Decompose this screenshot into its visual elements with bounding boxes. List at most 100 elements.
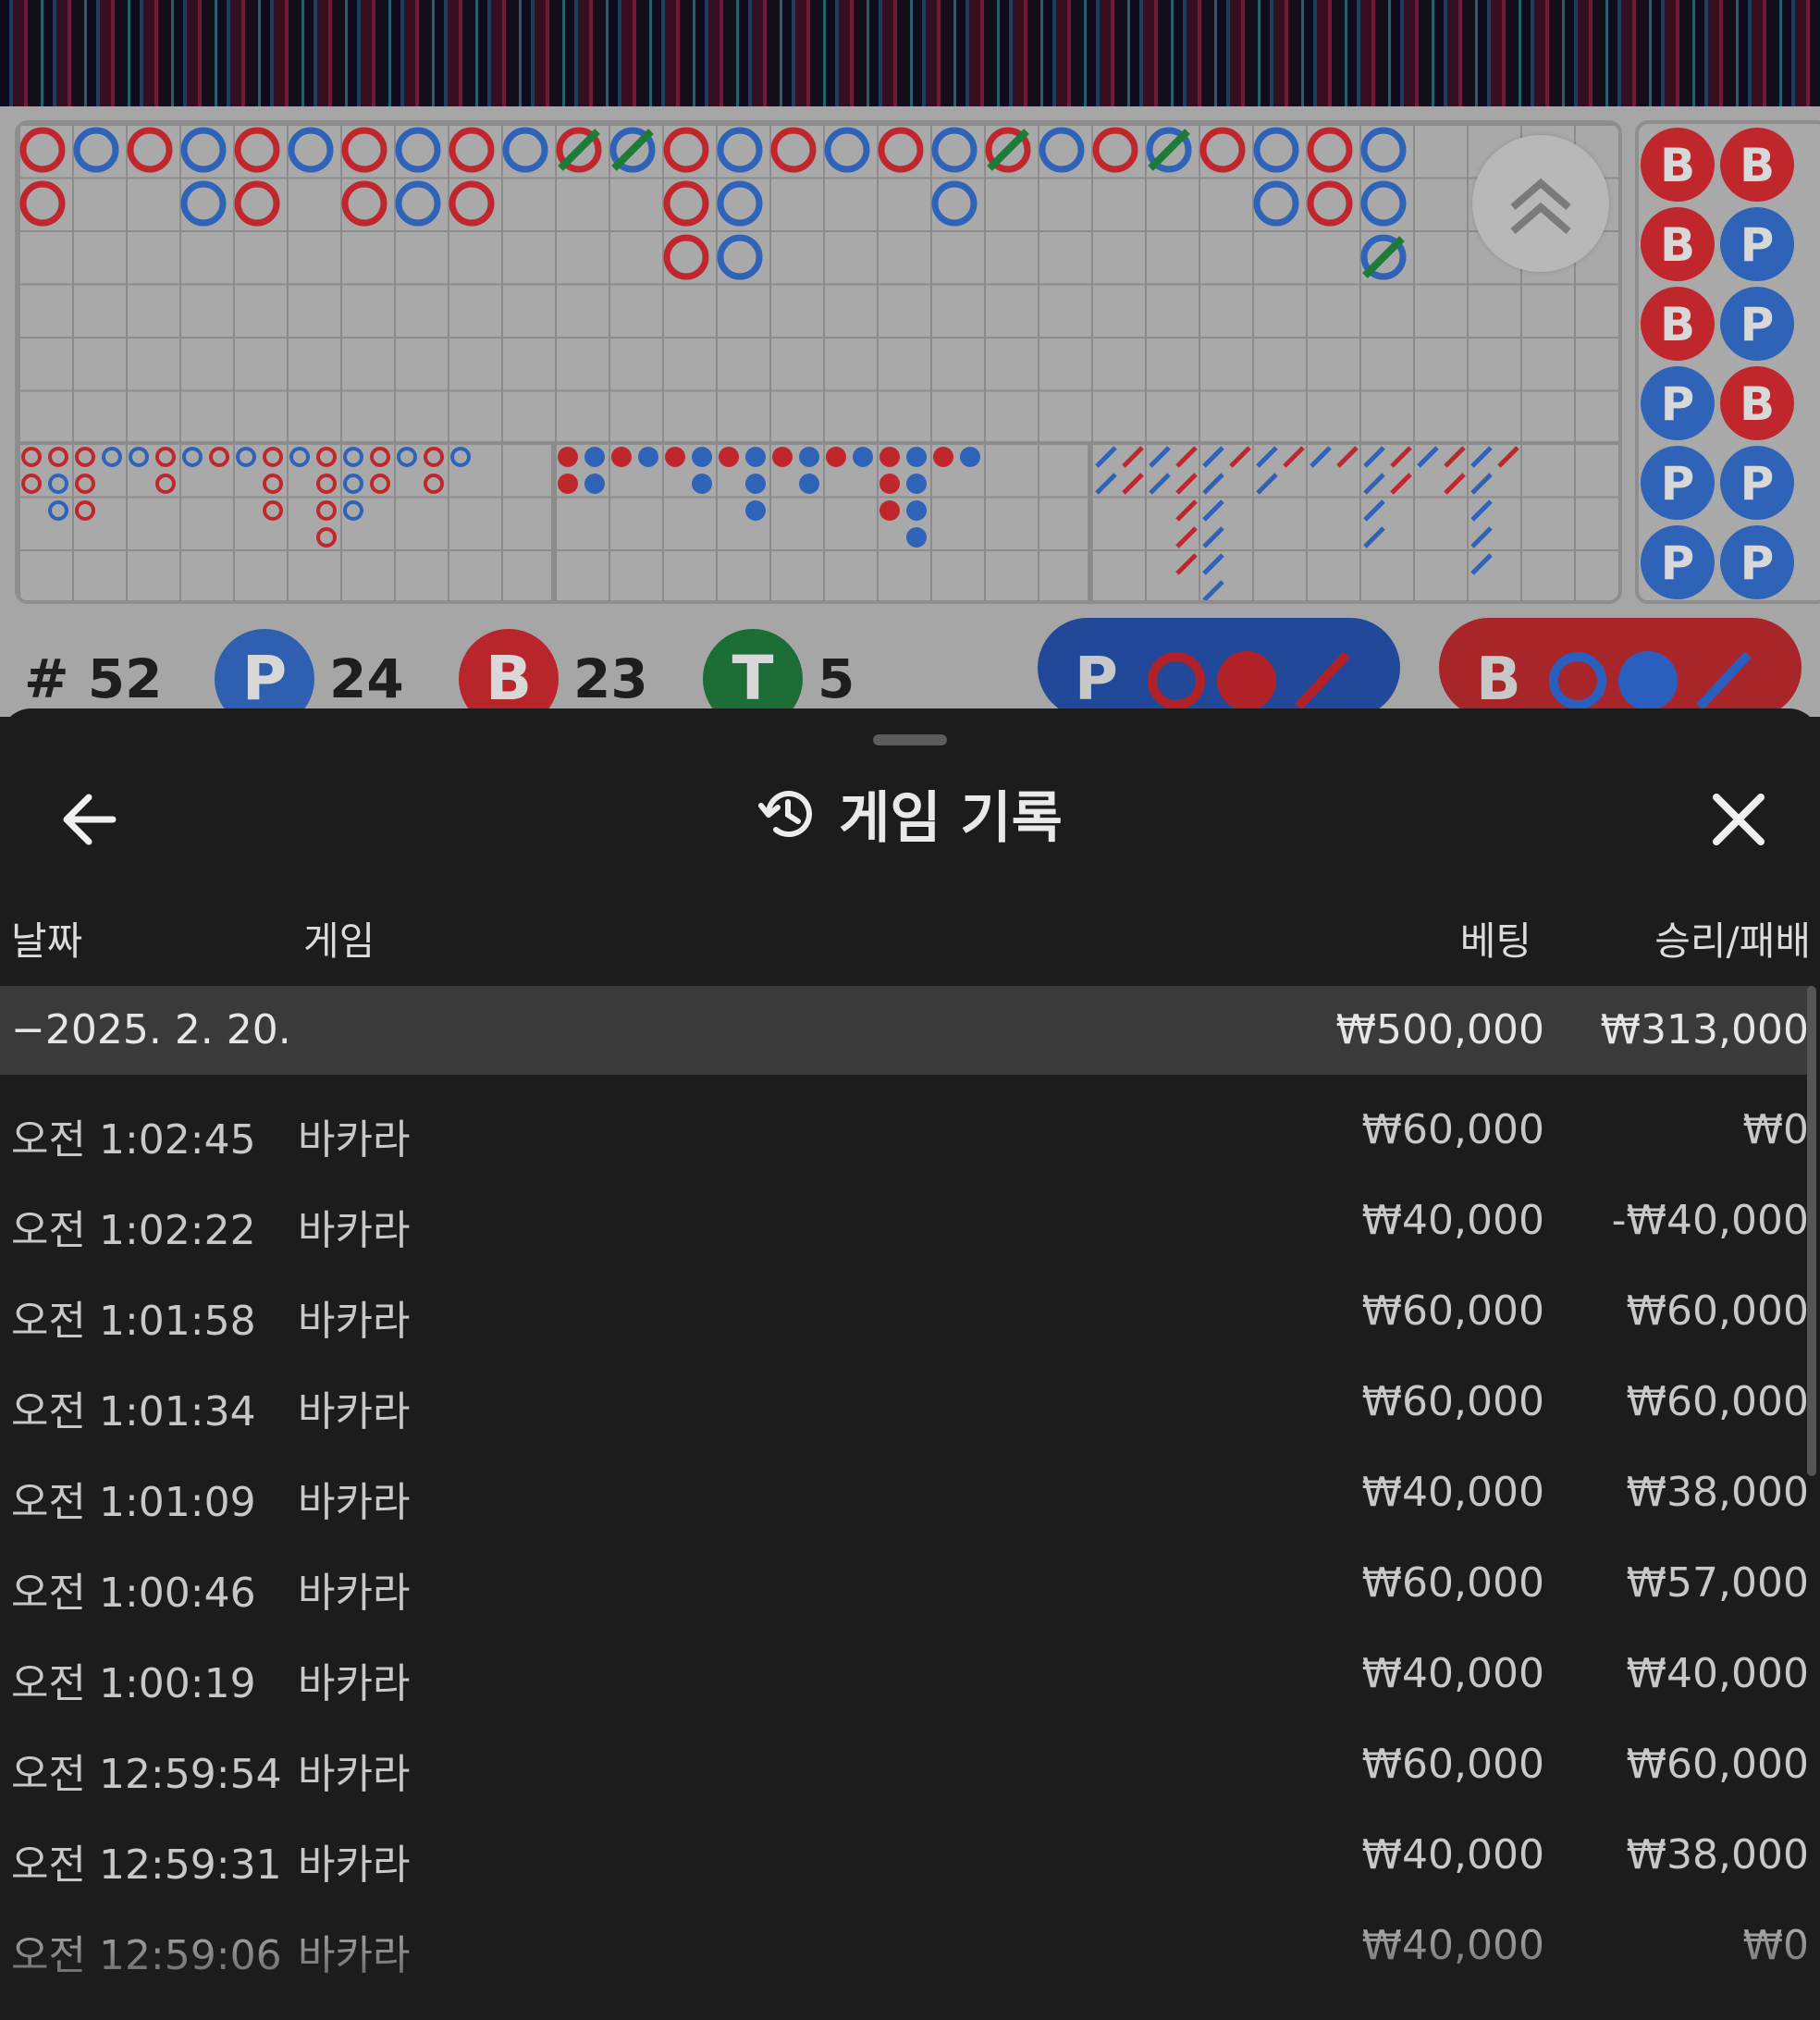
scroll-up-button[interactable] [1472,135,1609,272]
cockroach-road-mark [1175,473,1198,495]
column-header-result[interactable]: 승리/패배 [1654,910,1811,967]
big-eye-road-mark [21,447,42,467]
banker-count: 23 [573,647,648,710]
road-map [18,127,1618,600]
row-time: 오전 1:00:19 [11,1660,256,1707]
cockroach-road-mark [1202,446,1224,468]
table-row[interactable]: 오전 1:01:09 바카라 ₩40,000 ₩38,000 [0,1447,1811,1537]
cockroach-road-mark [1095,446,1117,468]
big-road-mark [341,127,387,173]
banker-predict-button[interactable]: B [1439,618,1802,718]
row-time: 오전 1:02:45 [11,1116,256,1164]
double-chevron-up-icon [1510,178,1571,235]
row-bet: ₩60,000 [1361,1741,1544,1788]
big-road-mark [1307,180,1353,227]
table-row[interactable]: 오전 1:00:19 바카라 ₩40,000 ₩40,000 [0,1628,1811,1718]
small-road-mark [772,447,793,467]
big-eye-road-mark [424,447,444,467]
predict-icons [1148,651,1350,710]
big-road-mark [931,180,978,227]
row-time: 오전 12:59:31 [11,1841,282,1889]
big-eye-road-mark [370,474,390,494]
big-road-mark [663,234,709,280]
small-road-mark [906,474,927,494]
small-road-mark [853,447,873,467]
big-eye-road-mark [48,447,68,467]
small-road-mark [584,474,605,494]
row-game: 바카라 [298,1479,411,1526]
big-road-mark [19,180,66,227]
table-row[interactable]: 오전 12:59:54 바카라 ₩60,000 ₩60,000 [0,1718,1811,1809]
date-group-row[interactable]: −2025. 2. 20. ₩500,000 ₩313,000 [0,986,1811,1075]
cockroach-road-mark [1149,446,1171,468]
row-time: 오전 1:02:22 [11,1207,256,1254]
bead-plate-panel: BBBPBPPBPPPP [1635,120,1820,604]
big-road-mark [663,127,709,173]
list-fade-overlay [0,1902,1820,2020]
column-header-game[interactable]: 게임 [303,910,375,967]
big-road-mark [395,180,441,227]
row-time: 오전 1:01:34 [11,1388,256,1435]
big-eye-road-mark [75,474,95,494]
live-video-feed [0,0,1820,106]
row-game: 바카라 [298,1116,411,1164]
row-result: ₩38,000 [1626,1831,1809,1878]
row-result: ₩57,000 [1626,1559,1809,1607]
close-button[interactable] [1702,782,1776,856]
big-road-mark [180,127,227,173]
table-row[interactable]: 오전 1:01:58 바카라 ₩60,000 ₩60,000 [0,1265,1811,1356]
big-road-mark [449,127,495,173]
big-road-mark [717,234,763,280]
table-row[interactable]: 오전 1:00:46 바카라 ₩60,000 ₩57,000 [0,1537,1811,1628]
close-icon [1713,794,1765,845]
cockroach-road-mark [1470,473,1493,495]
bead-plate-label: P [1740,298,1775,351]
big-road-mark [1253,180,1299,227]
cockroach-road-mark [1149,473,1171,495]
table-row[interactable]: 오전 1:02:22 바카라 ₩40,000 -₩40,000 [0,1175,1811,1265]
cockroach-road-mark [1122,473,1144,495]
sheet-grabber[interactable] [873,734,947,745]
big-eye-road-mark [48,500,68,521]
big-eye-road-mark [263,500,283,521]
cockroach-road-mark [1175,553,1198,575]
big-eye-road-mark [316,447,337,467]
table-row[interactable]: 오전 1:01:34 바카라 ₩60,000 ₩60,000 [0,1356,1811,1447]
big-eye-road-mark [209,447,229,467]
page-title: 게임 기록 [839,786,1063,851]
row-game: 바카라 [298,1751,411,1798]
big-road-mark [1039,127,1085,173]
column-header-date[interactable]: 날짜 [11,910,82,967]
row-bet: ₩60,000 [1361,1287,1544,1335]
scrollbar[interactable] [1807,986,1816,1476]
big-eye-road-mark [236,447,256,467]
cockroach-road-mark [1336,446,1359,468]
cockroach-road-mark [1310,446,1332,468]
bead-plate-label: B [1660,139,1695,192]
big-road-mark [717,180,763,227]
big-road-mark [717,127,763,173]
column-header-bet[interactable]: 베팅 [1460,910,1531,967]
small-road-mark [745,474,766,494]
big-eye-road-mark [289,447,310,467]
row-bet: ₩60,000 [1361,1559,1544,1607]
cockroach-road-mark [1202,499,1224,522]
table-row[interactable]: 오전 12:59:31 바카라 ₩40,000 ₩38,000 [0,1809,1811,1900]
big-eye-road-mark [370,447,390,467]
small-road-mark [558,447,578,467]
big-road-mark [180,180,227,227]
cockroach-road-mark [1256,473,1278,495]
big-eye-road-mark [182,447,203,467]
row-result: ₩60,000 [1626,1378,1809,1425]
player-predict-button[interactable]: P [1038,618,1400,718]
cockroach-road-mark [1229,446,1251,468]
big-eye-road-mark [316,474,337,494]
table-row[interactable]: 오전 1:02:45 바카라 ₩60,000 ₩0 [0,1084,1811,1175]
row-bet: ₩40,000 [1361,1469,1544,1516]
cockroach-road-mark [1095,473,1117,495]
small-road-mark [906,500,927,521]
row-result: -₩40,000 [1611,1197,1809,1244]
round-count: # 52 [24,647,163,710]
big-eye-road-mark [316,500,337,521]
cockroach-road-mark [1390,473,1412,495]
